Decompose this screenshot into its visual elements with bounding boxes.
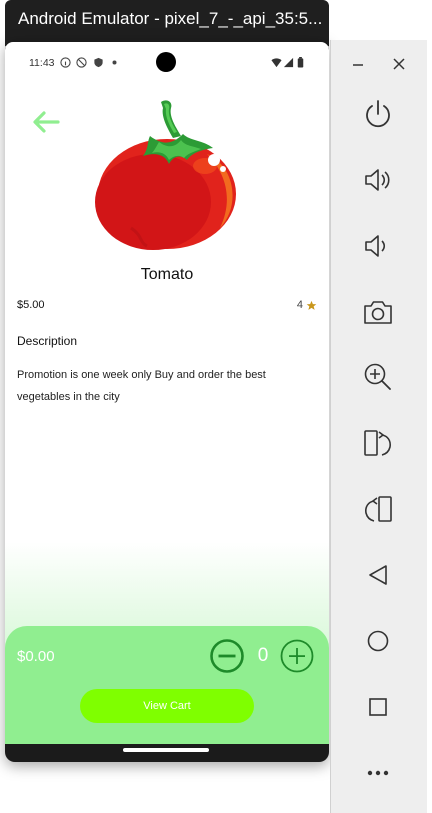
status-shield-icon (94, 57, 103, 68)
product-name: Tomato (140, 266, 194, 283)
rotate-right-icon[interactable] (361, 492, 395, 526)
home-icon[interactable] (361, 624, 395, 658)
phone-frame: 11:43 Tomato $5.00 4 Description Promoti… (5, 40, 329, 762)
star-icon (306, 300, 317, 310)
back-icon[interactable] (361, 558, 395, 592)
status-info-icon (60, 57, 71, 68)
description-text: Promotion is one week only Buy and order… (17, 369, 266, 403)
camera-cutout (156, 52, 176, 72)
gesture-nav-bar[interactable] (123, 748, 209, 752)
back-arrow-icon[interactable] (31, 110, 61, 134)
view-cart-button[interactable]: View Cart (80, 689, 254, 723)
camera-icon[interactable] (361, 295, 395, 329)
minimize-icon[interactable] (346, 52, 370, 76)
rotate-left-icon[interactable] (361, 426, 395, 460)
close-icon[interactable] (387, 52, 411, 76)
emulator-desktop: Android Emulator - pixel_7_-_api_35:5...… (0, 0, 432, 813)
power-icon[interactable] (361, 97, 395, 131)
cart-panel: $0.00 0 View Cart (5, 626, 329, 744)
volume-down-icon[interactable] (361, 229, 395, 263)
volume-up-icon[interactable] (361, 163, 395, 197)
status-dot-icon (112, 60, 117, 65)
overview-icon[interactable] (361, 690, 395, 724)
rating-value: 4 (296, 299, 303, 311)
wifi-icon (271, 58, 282, 68)
decrease-quantity-button[interactable] (209, 638, 245, 674)
more-icon[interactable] (361, 756, 395, 790)
description-heading: Description (17, 334, 78, 348)
product-price: $5.00 (17, 299, 45, 311)
increase-quantity-button[interactable] (279, 638, 315, 674)
tomato-icon (95, 100, 236, 250)
emulator-toolbar (330, 40, 427, 813)
cell-signal-icon (283, 57, 294, 68)
battery-icon (297, 57, 304, 68)
product-rating: 4 (297, 299, 317, 311)
quantity-value: 0 (257, 645, 269, 666)
status-time: 11:43 (29, 57, 55, 69)
cart-total: $0.00 (17, 648, 55, 665)
status-block-icon (76, 57, 87, 68)
window-title: Android Emulator - pixel_7_-_api_35:5... (18, 9, 323, 28)
zoom-icon[interactable] (361, 360, 395, 394)
app-screen: 11:43 Tomato $5.00 4 Description Promoti… (5, 42, 329, 744)
